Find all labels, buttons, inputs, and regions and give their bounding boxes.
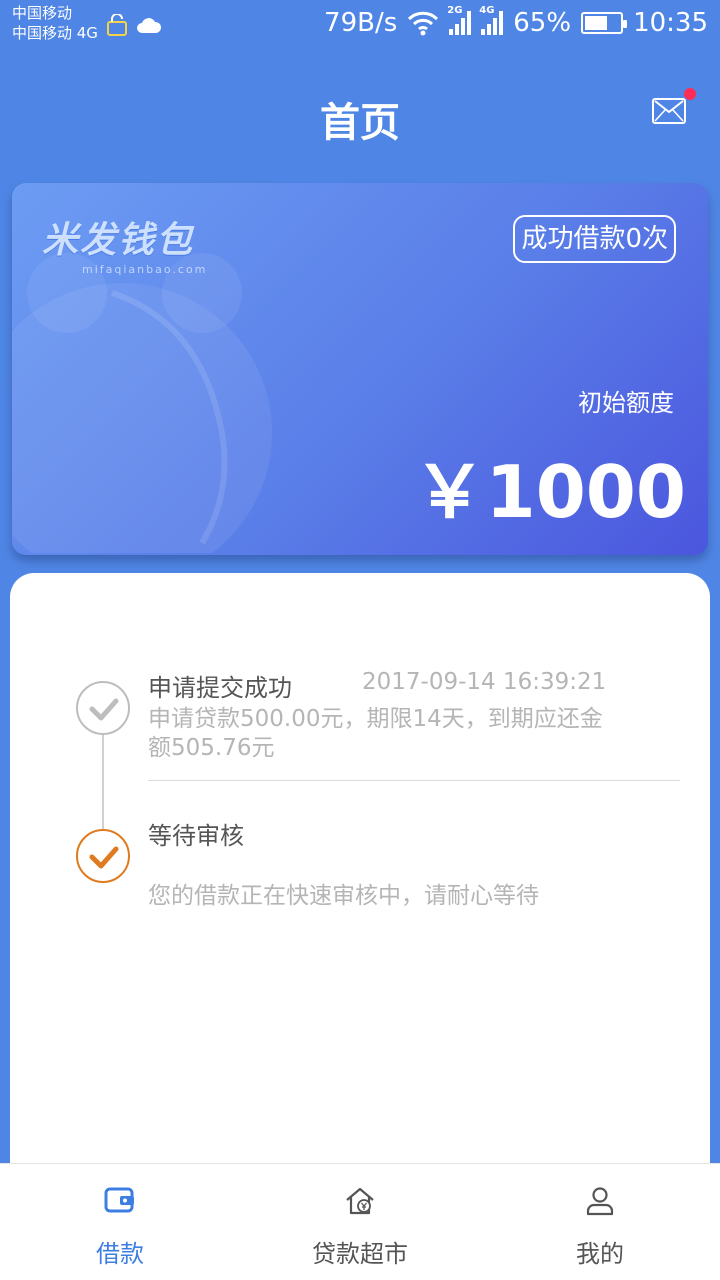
net-speed: 79B/s bbox=[324, 8, 398, 38]
unread-dot bbox=[684, 88, 696, 100]
check-icon bbox=[89, 698, 119, 721]
message-button[interactable] bbox=[652, 88, 696, 124]
signal-2g-icon: 2G bbox=[447, 5, 472, 35]
sim-lock-icon bbox=[107, 14, 127, 36]
tab-loan-market[interactable]: 贷款超市 bbox=[240, 1164, 480, 1280]
quota-amount: ￥1000 bbox=[413, 450, 686, 534]
tab-loan[interactable]: 借款 bbox=[0, 1164, 240, 1280]
tab-loan-label: 借款 bbox=[96, 1240, 144, 1268]
battery-icon bbox=[581, 12, 628, 34]
signal-4g-label: 4G bbox=[479, 5, 495, 16]
status-bar: 中国移动 中国移动 4G 79B/s 2G 4G 65% 10:35 bbox=[0, 0, 720, 50]
clock: 10:35 bbox=[633, 8, 708, 38]
bag-watermark bbox=[12, 253, 272, 553]
logo-text: 米发钱包 bbox=[42, 220, 195, 261]
step-1-desc: 申请贷款500.00元，期限14天，到期应还金额505.76元 bbox=[148, 706, 603, 761]
step-active-icon bbox=[76, 829, 130, 883]
tab-mine-label: 我的 bbox=[576, 1240, 624, 1268]
wifi-icon bbox=[408, 11, 439, 36]
mail-icon bbox=[654, 100, 684, 122]
step-2-title: 等待审核 bbox=[148, 822, 244, 850]
carrier-2: 中国移动 4G bbox=[12, 24, 98, 42]
cloud-icon bbox=[137, 18, 162, 33]
logo-domain: mifaqianbao.com bbox=[82, 263, 208, 276]
carrier-info: 中国移动 中国移动 4G bbox=[12, 3, 98, 43]
wallet-icon bbox=[104, 1187, 134, 1213]
quota-label: 初始额度 bbox=[578, 389, 674, 417]
notification-icons bbox=[106, 14, 162, 36]
signal-2g-label: 2G bbox=[447, 5, 463, 16]
carrier-1: 中国移动 bbox=[12, 4, 73, 22]
step-divider bbox=[148, 780, 680, 781]
tab-loan-market-label: 贷款超市 bbox=[312, 1240, 408, 1268]
step-completed-icon bbox=[76, 681, 130, 735]
user-icon bbox=[586, 1187, 614, 1216]
status-right: 79B/s 2G 4G 65% 10:35 bbox=[324, 5, 708, 38]
app-header: 首页 bbox=[0, 50, 720, 180]
bottom-tab-bar: 借款 贷款超市 我的 bbox=[0, 1163, 720, 1280]
page-title: 首页 bbox=[320, 100, 400, 146]
tab-mine[interactable]: 我的 bbox=[480, 1164, 720, 1280]
battery-percent: 65% bbox=[513, 8, 572, 38]
loan-status-panel: 申请提交成功 2017-09-14 16:39:21 申请贷款500.00元，期… bbox=[10, 573, 710, 1173]
house-yuan-icon bbox=[346, 1187, 374, 1215]
signal-4g-icon: 4G bbox=[479, 5, 504, 35]
step-1-time: 2017-09-14 16:39:21 bbox=[362, 669, 607, 695]
credit-card: 米发钱包 mifaqianbao.com 成功借款0次 初始额度 ￥1000 bbox=[12, 183, 708, 555]
step-1-title: 申请提交成功 bbox=[148, 674, 292, 702]
success-count-badge: 成功借款0次 bbox=[513, 215, 676, 263]
brand-logo: 米发钱包 mifaqianbao.com bbox=[42, 211, 207, 276]
check-icon bbox=[89, 846, 119, 869]
step-2-desc: 您的借款正在快速审核中，请耐心等待 bbox=[148, 883, 539, 909]
